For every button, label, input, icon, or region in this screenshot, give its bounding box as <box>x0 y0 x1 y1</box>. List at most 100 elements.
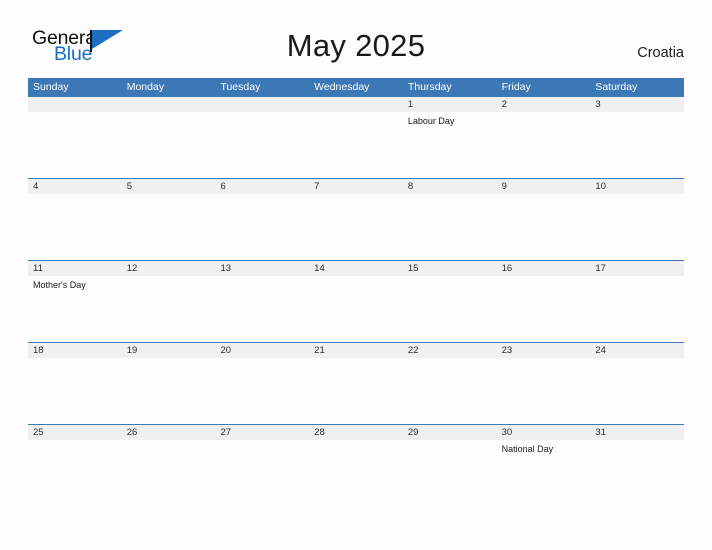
calendar-day-16[interactable]: 16 <box>496 261 591 342</box>
calendar-day-3[interactable]: 3 <box>590 97 685 178</box>
day-number: 30 <box>496 425 591 440</box>
calendar-day-2[interactable]: 2 <box>496 97 591 178</box>
calendar-day-26[interactable]: 26 <box>121 425 216 506</box>
weekday-header-row: Sunday Monday Tuesday Wednesday Thursday Frid… <box>28 78 684 97</box>
page-header: General Blue May 2025 Croatia <box>0 0 712 65</box>
day-number: 22 <box>402 343 497 358</box>
calendar-day-24[interactable]: 24 <box>590 343 685 424</box>
calendar-day-29[interactable]: 29 <box>402 425 497 506</box>
calendar-day-8[interactable]: 8 <box>402 179 497 260</box>
calendar-day-20[interactable]: 20 <box>215 343 310 424</box>
calendar-day-9[interactable]: 9 <box>496 179 591 260</box>
week-days: 25 26 27 28 29 30 National Day 31 <box>28 425 685 506</box>
day-number: 20 <box>215 343 310 358</box>
day-number: 13 <box>215 261 310 276</box>
day-events <box>590 112 684 115</box>
day-number: 28 <box>309 425 403 440</box>
day-events <box>309 358 403 361</box>
day-number: 16 <box>496 261 591 276</box>
calendar-day-1[interactable]: 1 Labour Day <box>402 97 497 178</box>
day-events <box>122 112 216 115</box>
day-number: 15 <box>402 261 497 276</box>
holiday-event: Labour Day <box>407 116 455 126</box>
calendar-day-25[interactable]: 25 <box>28 425 122 506</box>
calendar-day-27[interactable]: 27 <box>215 425 310 506</box>
calendar-day-empty <box>309 97 403 178</box>
day-number: 21 <box>309 343 403 358</box>
calendar-day-12[interactable]: 12 <box>121 261 216 342</box>
day-number: 26 <box>121 425 216 440</box>
day-number: 14 <box>309 261 403 276</box>
calendar-day-17[interactable]: 17 <box>590 261 685 342</box>
day-events <box>122 194 216 197</box>
calendar-day-6[interactable]: 6 <box>215 179 310 260</box>
day-number: 10 <box>590 179 685 194</box>
day-events <box>215 112 309 115</box>
week-days: 18 19 20 21 22 23 24 <box>28 343 685 424</box>
calendar-day-30[interactable]: 30 National Day <box>496 425 591 506</box>
day-events <box>28 112 122 115</box>
day-events <box>403 276 497 279</box>
day-events <box>122 276 216 279</box>
weekday-header-wednesday: Wednesday <box>314 81 370 93</box>
day-events <box>403 194 497 197</box>
weekday-header-monday: Monday <box>126 81 165 93</box>
calendar-day-empty <box>121 97 216 178</box>
day-events <box>309 112 403 115</box>
day-events <box>403 358 497 361</box>
day-events <box>497 194 591 197</box>
calendar-day-31[interactable]: 31 <box>590 425 685 506</box>
weekday-header-sunday: Sunday <box>33 81 69 93</box>
day-events <box>309 440 403 443</box>
calendar-day-10[interactable]: 10 <box>590 179 685 260</box>
day-number: 2 <box>496 97 591 112</box>
day-number: 17 <box>590 261 685 276</box>
weekday-header-thursday: Thursday <box>407 81 452 93</box>
holiday-event: National Day <box>501 444 554 454</box>
calendar-day-28[interactable]: 28 <box>309 425 403 506</box>
weekday-header-saturday: Saturday <box>595 81 638 93</box>
calendar-day-19[interactable]: 19 <box>121 343 216 424</box>
day-events <box>590 440 684 443</box>
day-number <box>28 97 122 112</box>
calendar-day-21[interactable]: 21 <box>309 343 403 424</box>
calendar-day-14[interactable]: 14 <box>309 261 403 342</box>
calendar-day-23[interactable]: 23 <box>496 343 591 424</box>
calendar-weeks: 1 Labour Day 2 3 4 5 6 7 8 9 10 11 Mother's Day 12 13 1… <box>28 97 685 506</box>
day-events: National Day <box>497 440 591 455</box>
calendar-day-4[interactable]: 4 <box>28 179 122 260</box>
week-days: 11 Mother's Day 12 13 14 15 16 17 <box>28 261 685 342</box>
calendar-day-22[interactable]: 22 <box>402 343 497 424</box>
calendar-day-11[interactable]: 11 Mother's Day <box>28 261 122 342</box>
calendar-week-row: 18 19 20 21 22 23 24 <box>28 342 685 424</box>
calendar-day-5[interactable]: 5 <box>121 179 216 260</box>
day-events <box>122 440 216 443</box>
day-number: 11 <box>28 261 122 276</box>
calendar-week-row: 25 26 27 28 29 30 National Day 31 <box>28 424 685 506</box>
week-days: 4 5 6 7 8 9 10 <box>28 179 685 260</box>
calendar-week-row: 4 5 6 7 8 9 10 <box>28 178 685 260</box>
day-number: 19 <box>121 343 216 358</box>
day-number: 29 <box>402 425 497 440</box>
calendar-day-13[interactable]: 13 <box>215 261 310 342</box>
day-number: 18 <box>28 343 122 358</box>
day-number: 31 <box>590 425 685 440</box>
day-number: 9 <box>496 179 591 194</box>
day-events <box>590 276 684 279</box>
day-events <box>215 276 309 279</box>
day-number: 4 <box>28 179 122 194</box>
day-events <box>590 358 684 361</box>
day-events <box>497 358 591 361</box>
day-number: 25 <box>28 425 122 440</box>
day-events <box>28 358 122 361</box>
calendar-day-15[interactable]: 15 <box>402 261 497 342</box>
weekday-header-friday: Friday <box>501 81 531 93</box>
day-events <box>309 276 403 279</box>
holiday-event: Mother's Day <box>33 280 86 290</box>
day-number: 6 <box>215 179 310 194</box>
calendar-day-7[interactable]: 7 <box>309 179 403 260</box>
day-events <box>497 112 591 115</box>
calendar-day-18[interactable]: 18 <box>28 343 122 424</box>
day-events <box>215 440 309 443</box>
day-number: 27 <box>215 425 310 440</box>
